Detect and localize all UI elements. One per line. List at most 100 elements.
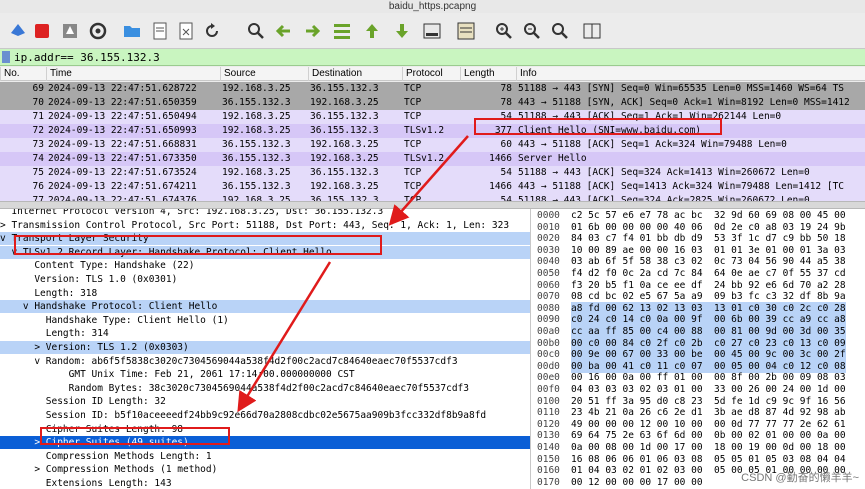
display-filter-input[interactable] bbox=[14, 49, 854, 65]
highlight-box-tls-record bbox=[14, 235, 382, 255]
packet-cell-info: 443 → 51188 [ACK] Seq=1 Ack=324 Win=7948… bbox=[518, 139, 787, 150]
open-folder-icon[interactable] bbox=[122, 21, 142, 41]
column-header-time[interactable]: Time bbox=[46, 67, 220, 81]
packet-cell-src: 192.168.3.25 bbox=[222, 83, 291, 94]
watermark: CSDN @勤奋的懒羊羊~ bbox=[741, 472, 859, 484]
hex-offset: 0170 bbox=[537, 476, 560, 488]
packet-cell-time: 2024-09-13 22:47:51.673350 bbox=[48, 153, 197, 164]
detail-tree-item[interactable]: Length: 318 bbox=[0, 287, 530, 300]
packet-cell-no: 73 bbox=[32, 139, 44, 150]
packet-cell-proto: TLSv1.2 bbox=[404, 153, 445, 164]
packet-cell-src: 36.155.132.3 bbox=[222, 181, 291, 192]
packet-cell-proto: TCP bbox=[404, 139, 422, 150]
packet-row[interactable]: 74 2024-09-13 22:47:51.673350 36.155.132.3… bbox=[0, 152, 865, 166]
packet-cell-time: 2024-09-13 22:47:51.673524 bbox=[48, 167, 197, 178]
packet-cell-info: Server Hello bbox=[518, 153, 587, 164]
packet-cell-no: 76 bbox=[32, 181, 44, 192]
packet-row[interactable]: 71 2024-09-13 22:47:51.650494 192.168.3.25… bbox=[0, 110, 865, 124]
pane-splitter[interactable] bbox=[0, 201, 865, 209]
detail-tree-item[interactable]: > Transmission Control Protocol, Src Por… bbox=[0, 219, 530, 232]
detail-tree-item[interactable]: v Random: ab6f5f5838c3020c7304569044a538… bbox=[0, 355, 530, 368]
detail-tree-item[interactable]: > Version: TLS 1.2 (0x0303) bbox=[0, 341, 530, 354]
packet-cell-dst: 192.168.3.25 bbox=[310, 139, 379, 150]
column-header-protocol[interactable]: Protocol bbox=[402, 67, 460, 81]
detail-tree-item[interactable]: > Compression Methods (1 method) bbox=[0, 463, 530, 476]
normal-size-icon[interactable] bbox=[550, 21, 570, 41]
detail-tree-item[interactable]: Extensions Length: 143 bbox=[0, 477, 530, 489]
packet-cell-src: 192.168.3.25 bbox=[222, 167, 291, 178]
packet-cell-len: 54 bbox=[500, 167, 512, 178]
packet-cell-no: 70 bbox=[32, 97, 44, 108]
detail-tree-item[interactable]: Length: 314 bbox=[0, 327, 530, 340]
reload-icon[interactable] bbox=[202, 21, 222, 41]
packet-cell-proto: TCP bbox=[404, 167, 422, 178]
find-icon[interactable] bbox=[246, 21, 266, 41]
packet-cell-proto: TCP bbox=[404, 111, 422, 122]
packet-row[interactable]: 75 2024-09-13 22:47:51.673524 192.168.3.25… bbox=[0, 166, 865, 180]
options-icon[interactable] bbox=[88, 21, 108, 41]
packet-cell-proto: TLSv1.2 bbox=[404, 125, 445, 136]
stop-icon[interactable] bbox=[32, 21, 52, 41]
detail-tree-item[interactable]: Random Bytes: 38c3020c7304569044a538f4d2… bbox=[0, 382, 530, 395]
packet-cell-time: 2024-09-13 22:47:51.650993 bbox=[48, 125, 197, 136]
packet-cell-time: 2024-09-13 22:47:51.674211 bbox=[48, 181, 197, 192]
last-packet-icon[interactable] bbox=[392, 21, 412, 41]
packet-cell-no: 69 bbox=[32, 83, 44, 94]
detail-tree-item[interactable]: Compression Methods Length: 1 bbox=[0, 450, 530, 463]
detail-tree-item[interactable]: Session ID Length: 32 bbox=[0, 395, 530, 408]
display-filter-bar bbox=[0, 49, 865, 66]
packet-cell-len: 1466 bbox=[489, 181, 512, 192]
packet-cell-len: 60 bbox=[500, 139, 512, 150]
packet-cell-src: 192.168.3.25 bbox=[222, 125, 291, 136]
packet-row[interactable]: 76 2024-09-13 22:47:51.674211 36.155.132.3… bbox=[0, 180, 865, 194]
packet-row[interactable]: 69 2024-09-13 22:47:51.628722 192.168.3.25… bbox=[0, 82, 865, 96]
window-title: baidu_https.pcapng bbox=[0, 0, 865, 13]
highlight-box-client-hello bbox=[474, 118, 722, 135]
main-toolbar bbox=[0, 13, 865, 49]
column-header-info[interactable]: Info bbox=[516, 67, 865, 81]
packet-cell-info: 51188 → 443 [ACK] Seq=324 Ack=1413 Win=2… bbox=[518, 167, 810, 178]
detail-tree-item[interactable]: Internet Protocol Version 4, Src: 192.16… bbox=[0, 209, 530, 218]
packet-row[interactable]: 73 2024-09-13 22:47:51.668831 36.155.132.3… bbox=[0, 138, 865, 152]
packet-bytes-pane: 0000 c2 5c 57 e6 e7 78 ac bc 32 9d 60 69 … bbox=[530, 209, 865, 489]
packet-cell-dst: 192.168.3.25 bbox=[310, 97, 379, 108]
packet-cell-src: 36.155.132.3 bbox=[222, 97, 291, 108]
packet-list-header: No. Time Source Destination Protocol Len… bbox=[0, 67, 865, 81]
packet-cell-dst: 36.155.132.3 bbox=[310, 83, 379, 94]
go-to-packet-icon[interactable] bbox=[332, 21, 352, 41]
packet-cell-dst: 36.155.132.3 bbox=[310, 167, 379, 178]
packet-cell-len: 1466 bbox=[489, 153, 512, 164]
packet-cell-proto: TCP bbox=[404, 181, 422, 192]
packet-cell-len: 78 bbox=[500, 97, 512, 108]
packet-cell-dst: 192.168.3.25 bbox=[310, 153, 379, 164]
first-packet-icon[interactable] bbox=[362, 21, 382, 41]
column-header-destination[interactable]: Destination bbox=[308, 67, 402, 81]
save-file-icon[interactable] bbox=[150, 21, 170, 41]
restart-icon[interactable] bbox=[60, 21, 80, 41]
detail-tree-item[interactable]: Handshake Type: Client Hello (1) bbox=[0, 314, 530, 327]
close-file-icon[interactable] bbox=[176, 21, 196, 41]
autoscroll-icon[interactable] bbox=[422, 21, 442, 41]
detail-tree-item[interactable]: v Handshake Protocol: Client Hello bbox=[0, 300, 530, 314]
detail-tree-item[interactable]: Version: TLS 1.0 (0x0301) bbox=[0, 273, 530, 286]
packet-cell-time: 2024-09-13 22:47:51.650359 bbox=[48, 97, 197, 108]
zoom-in-icon[interactable] bbox=[494, 21, 514, 41]
column-header-no[interactable]: No. bbox=[0, 67, 46, 81]
shark-start-icon[interactable] bbox=[8, 21, 28, 41]
back-arrow-icon[interactable] bbox=[274, 21, 294, 41]
forward-arrow-icon[interactable] bbox=[302, 21, 322, 41]
highlight-box-cipher-suites bbox=[40, 427, 230, 445]
colorize-icon[interactable] bbox=[456, 21, 476, 41]
detail-tree-item[interactable]: Session ID: b5f10aceeeedf24bb9c92e66d70a… bbox=[0, 409, 530, 422]
packet-cell-no: 75 bbox=[32, 167, 44, 178]
resize-columns-icon[interactable] bbox=[582, 21, 602, 41]
bookmark-icon[interactable] bbox=[2, 51, 10, 63]
packet-cell-dst: 192.168.3.25 bbox=[310, 181, 379, 192]
column-header-length[interactable]: Length bbox=[460, 67, 516, 81]
packet-row[interactable]: 72 2024-09-13 22:47:51.650993 192.168.3.25… bbox=[0, 124, 865, 138]
packet-row[interactable]: 70 2024-09-13 22:47:51.650359 36.155.132.3… bbox=[0, 96, 865, 110]
detail-tree-item[interactable]: GMT Unix Time: Feb 21, 2061 17:14:00.000… bbox=[0, 368, 530, 381]
detail-tree-item[interactable]: Content Type: Handshake (22) bbox=[0, 259, 530, 272]
zoom-out-icon[interactable] bbox=[522, 21, 542, 41]
column-header-source[interactable]: Source bbox=[220, 67, 308, 81]
